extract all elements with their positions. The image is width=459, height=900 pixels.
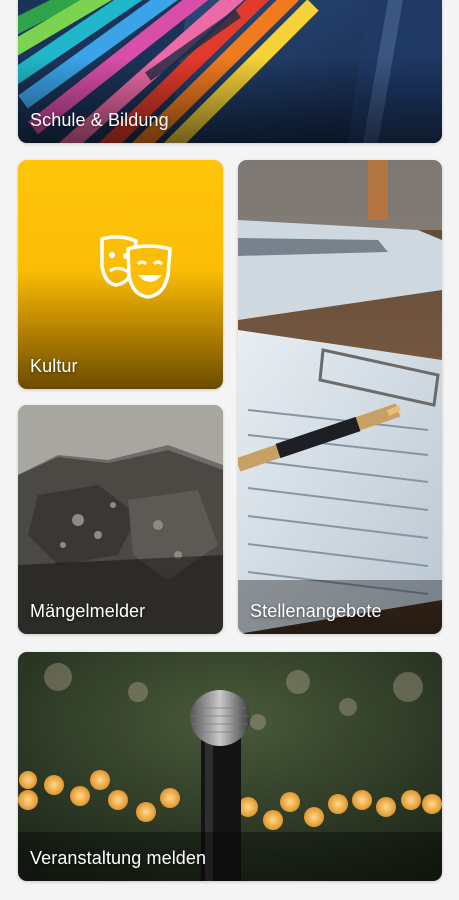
cracked-asphalt-photo	[18, 405, 223, 634]
tile-schule-bildung[interactable]: Schule & Bildung	[18, 0, 442, 143]
microphone-photo	[18, 652, 442, 881]
category-grid: Schule & Bildung Kultur Stellenangebote …	[0, 0, 459, 900]
theater-masks-icon	[98, 235, 174, 299]
tile-kultur[interactable]: Kultur	[18, 160, 223, 389]
tile-label: Veranstaltung melden	[30, 848, 207, 868]
tile-maengelmelder[interactable]: Mängelmelder	[18, 405, 223, 634]
tile-label: Mängelmelder	[30, 601, 146, 621]
document-pen-photo	[238, 160, 442, 634]
tile-veranstaltung-melden[interactable]: Veranstaltung melden	[18, 652, 442, 881]
tile-label: Kultur	[30, 356, 78, 376]
tile-label: Schule & Bildung	[30, 110, 169, 130]
tile-label: Stellenangebote	[250, 601, 382, 621]
tile-stellenangebote[interactable]: Stellenangebote	[238, 160, 442, 634]
